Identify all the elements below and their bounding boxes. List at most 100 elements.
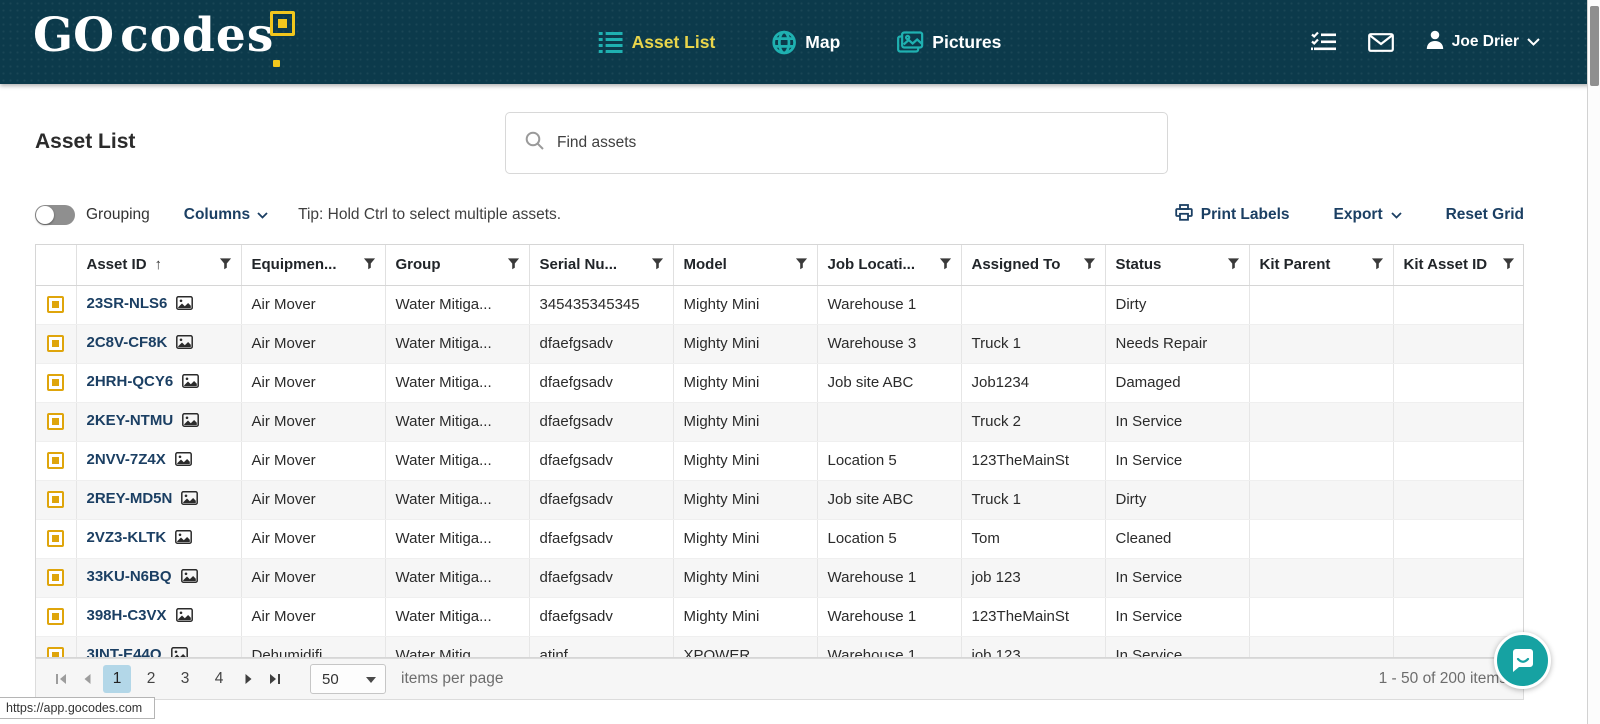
table-row[interactable]: 2NVV-7Z4XAir MoverWater Mitiga...dfaefgs… xyxy=(36,441,1524,480)
first-page-button[interactable] xyxy=(48,666,74,692)
filter-icon[interactable] xyxy=(1227,257,1240,274)
asset-id-cell: 3INT-E44Q xyxy=(76,636,241,658)
photo-icon[interactable] xyxy=(181,491,198,509)
column-header-equipmen[interactable]: Equipmen... xyxy=(241,245,385,285)
cell-serial: dfaefgsadv xyxy=(529,480,673,519)
cell-job-location: Job site ABC xyxy=(817,363,961,402)
filter-icon[interactable] xyxy=(939,257,952,274)
browser-scrollbar[interactable] xyxy=(1587,0,1600,724)
app-header: GOcodes Asset List xyxy=(0,0,1600,84)
asset-id-link[interactable]: 2KEY-NTMU xyxy=(87,412,174,429)
asset-id-link[interactable]: 398H-C3VX xyxy=(87,607,167,624)
cell-equipment: Air Mover xyxy=(241,480,385,519)
page-button-2[interactable]: 2 xyxy=(137,665,165,693)
column-header-assigned-to[interactable]: Assigned To xyxy=(961,245,1105,285)
photo-icon[interactable] xyxy=(171,647,188,658)
tasks-icon[interactable] xyxy=(1311,31,1336,53)
cell-assigned-to: job 123 xyxy=(961,636,1105,658)
filter-icon[interactable] xyxy=(1083,257,1096,274)
cell-group: Water Mitiga... xyxy=(385,402,529,441)
column-header-kit-asset-id[interactable]: Kit Asset ID xyxy=(1393,245,1524,285)
filter-icon[interactable] xyxy=(1371,257,1384,274)
qr-code-icon xyxy=(47,647,64,658)
column-header-job-locati[interactable]: Job Locati... xyxy=(817,245,961,285)
cell-assigned-to: Tom xyxy=(961,519,1105,558)
column-label: Group xyxy=(396,256,441,273)
asset-id-link[interactable]: 2NVV-7Z4X xyxy=(87,451,166,468)
qr-code-icon xyxy=(47,374,64,391)
asset-id-link[interactable]: 3INT-E44Q xyxy=(87,646,162,658)
photo-icon[interactable] xyxy=(176,296,193,314)
reset-grid-button[interactable]: Reset Grid xyxy=(1446,206,1524,224)
qr-logo-icon xyxy=(270,11,295,36)
nav-asset-list[interactable]: Asset List xyxy=(599,32,716,53)
table-row[interactable]: 3INT-E44QDehumidifi...Water Mitig...atin… xyxy=(36,636,1524,658)
page-button-1[interactable]: 1 xyxy=(103,665,131,693)
filter-icon[interactable] xyxy=(507,257,520,274)
asset-id-link[interactable]: 33KU-N6BQ xyxy=(87,568,172,585)
photo-icon[interactable] xyxy=(181,569,198,587)
qr-cell xyxy=(36,558,76,597)
column-header-group[interactable]: Group xyxy=(385,245,529,285)
photo-icon[interactable] xyxy=(176,608,193,626)
filter-icon[interactable] xyxy=(363,257,376,274)
gocodes-logo[interactable]: GOcodes xyxy=(33,8,274,78)
table-row[interactable]: 2REY-MD5NAir MoverWater Mitiga...dfaefgs… xyxy=(36,480,1524,519)
asset-id-link[interactable]: 2C8V-CF8K xyxy=(87,334,168,351)
column-header-serial-nu[interactable]: Serial Nu... xyxy=(529,245,673,285)
table-row[interactable]: 2C8V-CF8KAir MoverWater Mitiga...dfaefgs… xyxy=(36,324,1524,363)
cell-model: Mighty Mini xyxy=(673,519,817,558)
search-input[interactable] xyxy=(557,134,1148,152)
qr-cell xyxy=(36,402,76,441)
filter-icon[interactable] xyxy=(219,257,232,274)
asset-id-link[interactable]: 2REY-MD5N xyxy=(87,490,173,507)
cell-status: Damaged xyxy=(1105,363,1249,402)
cell-assigned-to: 123TheMainSt xyxy=(961,441,1105,480)
column-header-asset-id[interactable]: Asset ID↑ xyxy=(76,245,241,285)
photo-icon[interactable] xyxy=(176,335,193,353)
table-row[interactable]: 2HRH-QCY6Air MoverWater Mitiga...dfaefgs… xyxy=(36,363,1524,402)
grouping-toggle[interactable] xyxy=(35,205,75,225)
page-button-3[interactable]: 3 xyxy=(171,665,199,693)
photo-icon[interactable] xyxy=(175,452,192,470)
filter-icon[interactable] xyxy=(795,257,808,274)
mail-icon[interactable] xyxy=(1368,33,1394,52)
table-row[interactable]: 23SR-NLS6Air MoverWater Mitiga...3454353… xyxy=(36,285,1524,324)
nav-label-map: Map xyxy=(805,32,840,53)
next-page-button[interactable] xyxy=(236,666,262,692)
last-page-button[interactable] xyxy=(262,666,288,692)
asset-id-link[interactable]: 2VZ3-KLTK xyxy=(87,529,167,546)
page-button-4[interactable]: 4 xyxy=(205,665,233,693)
asset-id-link[interactable]: 2HRH-QCY6 xyxy=(87,373,174,390)
table-row[interactable]: 2VZ3-KLTKAir MoverWater Mitiga...dfaefgs… xyxy=(36,519,1524,558)
filter-icon[interactable] xyxy=(651,257,664,274)
page-size-select[interactable]: 50 xyxy=(310,664,386,694)
table-row[interactable]: 398H-C3VXAir MoverWater Mitiga...dfaefgs… xyxy=(36,597,1524,636)
cell-equipment: Air Mover xyxy=(241,324,385,363)
pagination-bar: 1234 50 items per page 1 - 50 of 200 ite… xyxy=(35,658,1524,700)
nav-pictures[interactable]: Pictures xyxy=(896,31,1001,54)
photo-icon[interactable] xyxy=(175,530,192,548)
chat-button[interactable] xyxy=(1494,632,1551,689)
filter-icon[interactable] xyxy=(1502,257,1515,274)
user-menu[interactable]: Joe Drier xyxy=(1426,30,1540,54)
chevron-down-icon xyxy=(1527,33,1540,51)
cell-serial: dfaefgsadv xyxy=(529,519,673,558)
column-header-status[interactable]: Status xyxy=(1105,245,1249,285)
table-row[interactable]: 2KEY-NTMUAir MoverWater Mitiga...dfaefgs… xyxy=(36,402,1524,441)
export-dropdown[interactable]: Export xyxy=(1334,206,1402,224)
user-icon xyxy=(1426,30,1444,54)
nav-map[interactable]: Map xyxy=(771,30,840,55)
columns-dropdown[interactable]: Columns xyxy=(184,206,268,224)
photo-icon[interactable] xyxy=(182,413,199,431)
print-labels-button[interactable]: Print Labels xyxy=(1175,204,1290,226)
cell-kit-asset-id xyxy=(1393,597,1524,636)
previous-page-button[interactable] xyxy=(74,666,100,692)
scrollbar-thumb[interactable] xyxy=(1590,6,1599,86)
nav-label-asset-list: Asset List xyxy=(632,32,716,53)
table-row[interactable]: 33KU-N6BQAir MoverWater Mitiga...dfaefgs… xyxy=(36,558,1524,597)
column-header-model[interactable]: Model xyxy=(673,245,817,285)
asset-id-link[interactable]: 23SR-NLS6 xyxy=(87,295,168,312)
photo-icon[interactable] xyxy=(182,374,199,392)
column-header-kit-parent[interactable]: Kit Parent xyxy=(1249,245,1393,285)
